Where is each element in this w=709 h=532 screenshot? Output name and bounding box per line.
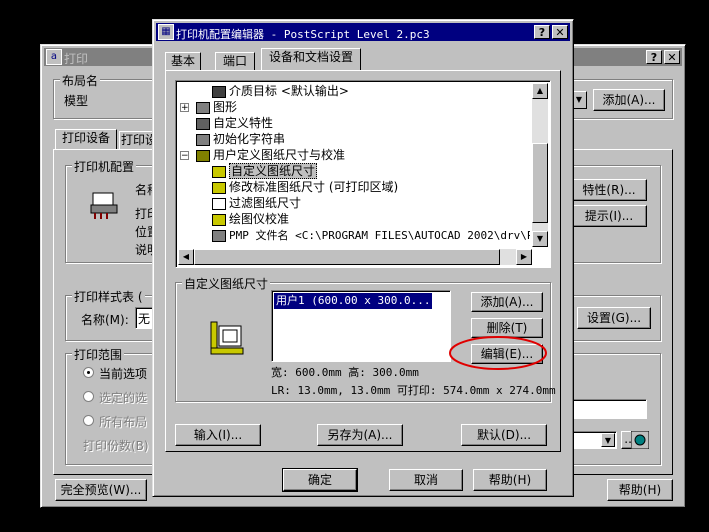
tree-item[interactable]: 自定义图纸尺寸 (212, 163, 318, 179)
tree-scroll-up[interactable]: ▲ (532, 83, 548, 99)
pick-point-icon[interactable] (631, 431, 649, 449)
layout-name-label: 布局名 (60, 72, 101, 89)
annotation-circle (449, 336, 547, 370)
autocad-icon: a (46, 49, 62, 65)
custom-properties-icon (196, 117, 210, 130)
radio-selected-option[interactable] (83, 391, 94, 402)
tree-item-label: 绘图仪校准 (229, 212, 290, 226)
tree-item[interactable]: 图形 (196, 99, 237, 115)
radio-current-option[interactable] (83, 367, 94, 378)
tree-item[interactable]: 修改标准图纸尺寸 (可打印区域) (212, 179, 398, 195)
editor-title: 打印机配置编辑器 - PostScript Level 2.pc3 (176, 28, 430, 41)
printer-icon (90, 192, 118, 219)
tree-item-label: 自定义特性 (213, 116, 274, 130)
plotter-config-editor: ▦ 打印机配置编辑器 - PostScript Level 2.pc3 ? ✕ … (152, 19, 574, 497)
help-title-button[interactable]: ? (646, 50, 662, 64)
tree-scroll-thumb[interactable] (532, 143, 548, 223)
tree-item[interactable]: 过滤图纸尺寸 (212, 195, 301, 211)
paper-size-info: 宽: 600.0mm 高: 300.0mm (271, 366, 419, 379)
collapse-icon[interactable]: − (180, 151, 189, 161)
cancel-button[interactable]: 取消 (389, 469, 463, 491)
radio-all-layouts[interactable] (83, 415, 94, 426)
tree-item[interactable]: 自定义特性 (196, 115, 273, 131)
full-preview-button[interactable]: 完全预览(W)... (55, 479, 147, 501)
tree-item-label: 介质目标 <默认输出> (229, 84, 349, 98)
tree-item[interactable]: 绘图仪校准 (212, 211, 289, 227)
tree-item-label: 自定义图纸尺寸 (229, 163, 318, 179)
tree-item-label: PMP 文件名 <C:\PROGRAM FILES\AUTOCAD 2002\d… (229, 229, 530, 242)
tree-item-label: 初始化字符串 (213, 132, 286, 146)
paper-calibration-icon (196, 149, 210, 162)
editor-titlebar[interactable]: ▦ 打印机配置编辑器 - PostScript Level 2.pc3 ? ✕ (156, 23, 570, 41)
properties-button[interactable]: 特性(R)... (571, 179, 647, 201)
print-range-label: 打印范围 (72, 346, 125, 363)
tree-hscroll-thumb[interactable] (194, 249, 500, 265)
print-dialog-title: 打印 (64, 52, 89, 66)
tree-item-label: 图形 (213, 100, 238, 114)
radio-selected-label: 选定的选 (99, 391, 148, 405)
settings-button[interactable]: 设置(G)... (577, 307, 651, 329)
tree-item-label: 过滤图纸尺寸 (229, 196, 302, 210)
right-combo-arrow[interactable]: ▼ (601, 433, 615, 447)
default-button[interactable]: 默认(D)... (461, 424, 547, 446)
tab-plot-device[interactable]: 打印设备 (55, 129, 117, 149)
tree-scroll-left[interactable]: ◀ (178, 249, 194, 265)
tree-scroll-down[interactable]: ▼ (532, 231, 548, 247)
tab-basic[interactable]: 基本 (165, 52, 201, 70)
tab-ports[interactable]: 端口 (215, 52, 255, 70)
tree-item[interactable]: 介质目标 <默认输出> (212, 83, 349, 99)
copies-label: 打印份数(B) (83, 439, 149, 453)
print-help-button[interactable]: 帮助(H) (607, 479, 673, 501)
plot-style-label: 打印样式表 ( (72, 288, 145, 305)
custom-paper-icon (212, 165, 226, 178)
tree-item[interactable]: 用户定义图纸尺寸与校准 (196, 147, 345, 163)
tree-scroll-right[interactable]: ▶ (516, 249, 532, 265)
tree-item-label: 修改标准图纸尺寸 (可打印区域) (229, 180, 399, 194)
tree-item-label: 用户定义图纸尺寸与校准 (213, 148, 346, 162)
modify-paper-icon (212, 181, 226, 194)
settings-tree[interactable]: 介质目标 <默认输出> + 图形自定义特性初始化字符串 − 用户定义图纸尺寸与校准 自定义… (175, 80, 551, 268)
graphics-icon (196, 101, 210, 114)
custom-paper-list[interactable]: 用户1 (600.00 x 300.0... (271, 290, 451, 362)
save-as-button[interactable]: 另存为(A)... (317, 424, 403, 446)
add-paper-button[interactable]: 添加(A)... (471, 292, 543, 312)
layout-name-value: 模型 (64, 94, 89, 108)
init-string-icon (196, 133, 210, 146)
help-icon[interactable]: ? (534, 25, 550, 39)
tab-device-document-settings[interactable]: 设备和文档设置 (261, 48, 361, 70)
printer-config-icon: ▦ (158, 24, 174, 40)
custom-paper-large-icon (210, 321, 244, 355)
printer-config-label: 打印机配置 (72, 158, 137, 175)
close-title-button[interactable]: ✕ (664, 50, 680, 64)
list-item[interactable]: 用户1 (600.00 x 300.0... (274, 293, 433, 309)
filter-paper-icon (212, 197, 226, 210)
ok-button[interactable]: 确定 (282, 468, 358, 492)
style-name-value: 无 (138, 312, 151, 326)
custom-paper-size-label: 自定义图纸尺寸 (182, 275, 271, 292)
help-button[interactable]: 帮助(H) (473, 469, 547, 491)
pmp-file-icon (212, 229, 226, 242)
media-destination-icon (212, 85, 226, 98)
add-layout-button[interactable]: 添加(A)... (593, 89, 665, 111)
import-button[interactable]: 输入(I)... (175, 424, 261, 446)
hints-button[interactable]: 提示(I)... (571, 205, 647, 227)
close-icon[interactable]: ✕ (552, 25, 568, 39)
radio-all-label: 所有布局 (99, 415, 148, 429)
radio-current-label: 当前选项 (99, 367, 148, 381)
printable-area-info: LR: 13.0mm, 13.0mm 可打印: 574.0mm x 274.0m… (271, 384, 556, 397)
tree-item[interactable]: PMP 文件名 <C:\PROGRAM FILES\AUTOCAD 2002\d… (212, 227, 530, 243)
tree-item[interactable]: 初始化字符串 (196, 131, 285, 147)
style-name-label: 名称(M): (81, 313, 129, 327)
expand-icon[interactable]: + (180, 103, 189, 113)
plotter-calibration-icon (212, 213, 226, 226)
